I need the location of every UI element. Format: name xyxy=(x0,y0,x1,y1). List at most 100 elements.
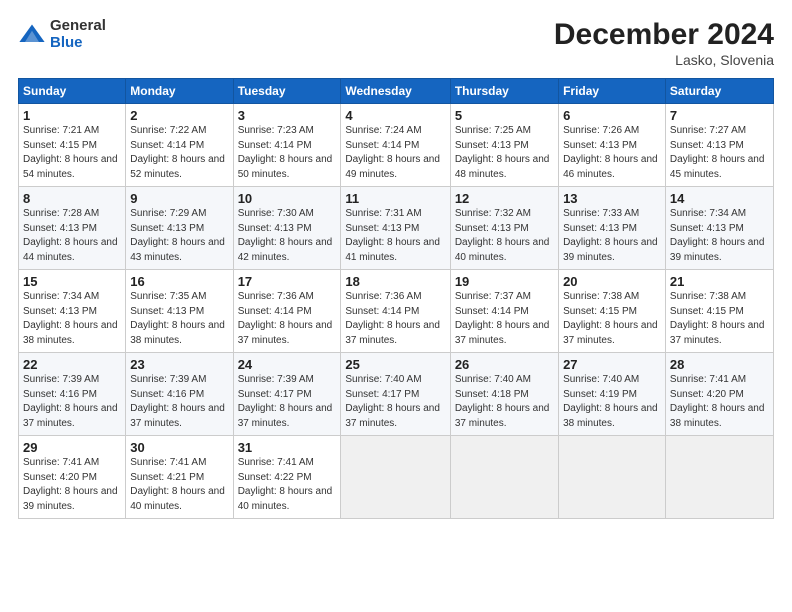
day-info: Sunrise: 7:28 AMSunset: 4:13 PMDaylight:… xyxy=(23,208,118,263)
day-number: 22 xyxy=(23,357,121,372)
day-number: 24 xyxy=(238,357,337,372)
calendar-cell: 13 Sunrise: 7:33 AMSunset: 4:13 PMDayligh… xyxy=(559,187,666,270)
header: General Blue December 2024 Lasko, Sloven… xyxy=(18,18,774,68)
header-tuesday: Tuesday xyxy=(233,79,341,104)
day-number: 1 xyxy=(23,108,121,123)
calendar-week-5: 29 Sunrise: 7:41 AMSunset: 4:20 PMDayligh… xyxy=(19,436,774,519)
day-number: 13 xyxy=(563,191,661,206)
calendar-week-4: 22 Sunrise: 7:39 AMSunset: 4:16 PMDayligh… xyxy=(19,353,774,436)
day-number: 26 xyxy=(455,357,554,372)
day-info: Sunrise: 7:37 AMSunset: 4:14 PMDaylight:… xyxy=(455,291,550,346)
day-info: Sunrise: 7:36 AMSunset: 4:14 PMDaylight:… xyxy=(345,291,440,346)
logo-blue: Blue xyxy=(50,35,106,52)
day-info: Sunrise: 7:26 AMSunset: 4:13 PMDaylight:… xyxy=(563,125,658,180)
header-friday: Friday xyxy=(559,79,666,104)
calendar-cell: 18Sunrise: 7:36 AMSunset: 4:14 PMDayligh… xyxy=(341,270,450,353)
day-info: Sunrise: 7:34 AMSunset: 4:13 PMDaylight:… xyxy=(23,291,118,346)
day-number: 9 xyxy=(130,191,228,206)
day-info: Sunrise: 7:41 AMSunset: 4:20 PMDaylight:… xyxy=(23,457,118,512)
day-info: Sunrise: 7:32 AMSunset: 4:13 PMDaylight:… xyxy=(455,208,550,263)
day-info: Sunrise: 7:22 AMSunset: 4:14 PMDaylight:… xyxy=(130,125,225,180)
day-info: Sunrise: 7:34 AMSunset: 4:13 PMDaylight:… xyxy=(670,208,765,263)
calendar-header-row: Sunday Monday Tuesday Wednesday Thursday… xyxy=(19,79,774,104)
header-wednesday: Wednesday xyxy=(341,79,450,104)
calendar-cell: 29 Sunrise: 7:41 AMSunset: 4:20 PMDayligh… xyxy=(19,436,126,519)
page: General Blue December 2024 Lasko, Sloven… xyxy=(0,0,792,612)
day-info: Sunrise: 7:36 AMSunset: 4:14 PMDaylight:… xyxy=(238,291,333,346)
day-number: 3 xyxy=(238,108,337,123)
calendar-week-3: 15 Sunrise: 7:34 AMSunset: 4:13 PMDayligh… xyxy=(19,270,774,353)
calendar-cell xyxy=(559,436,666,519)
day-info: Sunrise: 7:21 AMSunset: 4:15 PMDaylight:… xyxy=(23,125,118,180)
day-info: Sunrise: 7:25 AMSunset: 4:13 PMDaylight:… xyxy=(455,125,550,180)
day-info: Sunrise: 7:41 AMSunset: 4:21 PMDaylight:… xyxy=(130,457,225,512)
calendar-cell: 26 Sunrise: 7:40 AMSunset: 4:18 PMDayligh… xyxy=(450,353,558,436)
calendar-cell: 15 Sunrise: 7:34 AMSunset: 4:13 PMDayligh… xyxy=(19,270,126,353)
day-info: Sunrise: 7:27 AMSunset: 4:13 PMDaylight:… xyxy=(670,125,765,180)
calendar-cell: 22 Sunrise: 7:39 AMSunset: 4:16 PMDayligh… xyxy=(19,353,126,436)
day-info: Sunrise: 7:40 AMSunset: 4:17 PMDaylight:… xyxy=(345,374,440,429)
calendar-cell: 30 Sunrise: 7:41 AMSunset: 4:21 PMDayligh… xyxy=(126,436,233,519)
day-info: Sunrise: 7:40 AMSunset: 4:19 PMDaylight:… xyxy=(563,374,658,429)
header-sunday: Sunday xyxy=(19,79,126,104)
day-number: 25 xyxy=(345,357,445,372)
calendar-cell: 10 Sunrise: 7:30 AMSunset: 4:13 PMDayligh… xyxy=(233,187,341,270)
day-info: Sunrise: 7:39 AMSunset: 4:16 PMDaylight:… xyxy=(23,374,118,429)
calendar-cell xyxy=(450,436,558,519)
logo-icon xyxy=(18,21,46,49)
header-saturday: Saturday xyxy=(665,79,773,104)
day-info: Sunrise: 7:35 AMSunset: 4:13 PMDaylight:… xyxy=(130,291,225,346)
day-info: Sunrise: 7:40 AMSunset: 4:18 PMDaylight:… xyxy=(455,374,550,429)
day-number: 27 xyxy=(563,357,661,372)
day-info: Sunrise: 7:31 AMSunset: 4:13 PMDaylight:… xyxy=(345,208,440,263)
calendar-cell: 5Sunrise: 7:25 AMSunset: 4:13 PMDaylight… xyxy=(450,104,558,187)
day-number: 30 xyxy=(130,440,228,455)
calendar-cell: 3Sunrise: 7:23 AMSunset: 4:14 PMDaylight… xyxy=(233,104,341,187)
calendar-cell: 1 Sunrise: 7:21 AMSunset: 4:15 PMDaylight… xyxy=(19,104,126,187)
calendar-cell: 27 Sunrise: 7:40 AMSunset: 4:19 PMDayligh… xyxy=(559,353,666,436)
day-info: Sunrise: 7:30 AMSunset: 4:13 PMDaylight:… xyxy=(238,208,333,263)
calendar-cell: 19 Sunrise: 7:37 AMSunset: 4:14 PMDayligh… xyxy=(450,270,558,353)
subtitle: Lasko, Slovenia xyxy=(554,52,774,68)
calendar-cell: 9 Sunrise: 7:29 AMSunset: 4:13 PMDaylight… xyxy=(126,187,233,270)
calendar-table: Sunday Monday Tuesday Wednesday Thursday… xyxy=(18,78,774,519)
main-title: December 2024 xyxy=(554,18,774,52)
calendar-cell: 14 Sunrise: 7:34 AMSunset: 4:13 PMDayligh… xyxy=(665,187,773,270)
day-number: 8 xyxy=(23,191,121,206)
day-number: 4 xyxy=(345,108,445,123)
calendar-cell: 11 Sunrise: 7:31 AMSunset: 4:13 PMDayligh… xyxy=(341,187,450,270)
day-number: 31 xyxy=(238,440,337,455)
day-number: 16 xyxy=(130,274,228,289)
day-info: Sunrise: 7:24 AMSunset: 4:14 PMDaylight:… xyxy=(345,125,440,180)
day-number: 19 xyxy=(455,274,554,289)
calendar-week-2: 8 Sunrise: 7:28 AMSunset: 4:13 PMDaylight… xyxy=(19,187,774,270)
calendar-cell: 23Sunrise: 7:39 AMSunset: 4:16 PMDayligh… xyxy=(126,353,233,436)
calendar-cell: 28Sunrise: 7:41 AMSunset: 4:20 PMDayligh… xyxy=(665,353,773,436)
calendar-cell: 20Sunrise: 7:38 AMSunset: 4:15 PMDayligh… xyxy=(559,270,666,353)
logo-general: General xyxy=(50,18,106,35)
day-number: 29 xyxy=(23,440,121,455)
day-number: 11 xyxy=(345,191,445,206)
calendar-cell: 16 Sunrise: 7:35 AMSunset: 4:13 PMDayligh… xyxy=(126,270,233,353)
calendar-cell: 25 Sunrise: 7:40 AMSunset: 4:17 PMDayligh… xyxy=(341,353,450,436)
calendar-cell: 21Sunrise: 7:38 AMSunset: 4:15 PMDayligh… xyxy=(665,270,773,353)
day-number: 10 xyxy=(238,191,337,206)
calendar-cell: 17Sunrise: 7:36 AMSunset: 4:14 PMDayligh… xyxy=(233,270,341,353)
calendar-cell xyxy=(665,436,773,519)
calendar-cell xyxy=(341,436,450,519)
day-info: Sunrise: 7:33 AMSunset: 4:13 PMDaylight:… xyxy=(563,208,658,263)
day-number: 15 xyxy=(23,274,121,289)
day-info: Sunrise: 7:38 AMSunset: 4:15 PMDaylight:… xyxy=(563,291,658,346)
day-number: 28 xyxy=(670,357,769,372)
calendar-cell: 4 Sunrise: 7:24 AMSunset: 4:14 PMDaylight… xyxy=(341,104,450,187)
day-number: 7 xyxy=(670,108,769,123)
day-number: 14 xyxy=(670,191,769,206)
calendar-cell: 6Sunrise: 7:26 AMSunset: 4:13 PMDaylight… xyxy=(559,104,666,187)
day-info: Sunrise: 7:29 AMSunset: 4:13 PMDaylight:… xyxy=(130,208,225,263)
calendar-cell: 7 Sunrise: 7:27 AMSunset: 4:13 PMDaylight… xyxy=(665,104,773,187)
calendar-cell: 24Sunrise: 7:39 AMSunset: 4:17 PMDayligh… xyxy=(233,353,341,436)
day-info: Sunrise: 7:38 AMSunset: 4:15 PMDaylight:… xyxy=(670,291,765,346)
day-info: Sunrise: 7:39 AMSunset: 4:16 PMDaylight:… xyxy=(130,374,225,429)
title-block: December 2024 Lasko, Slovenia xyxy=(554,18,774,68)
calendar-cell: 31Sunrise: 7:41 AMSunset: 4:22 PMDayligh… xyxy=(233,436,341,519)
